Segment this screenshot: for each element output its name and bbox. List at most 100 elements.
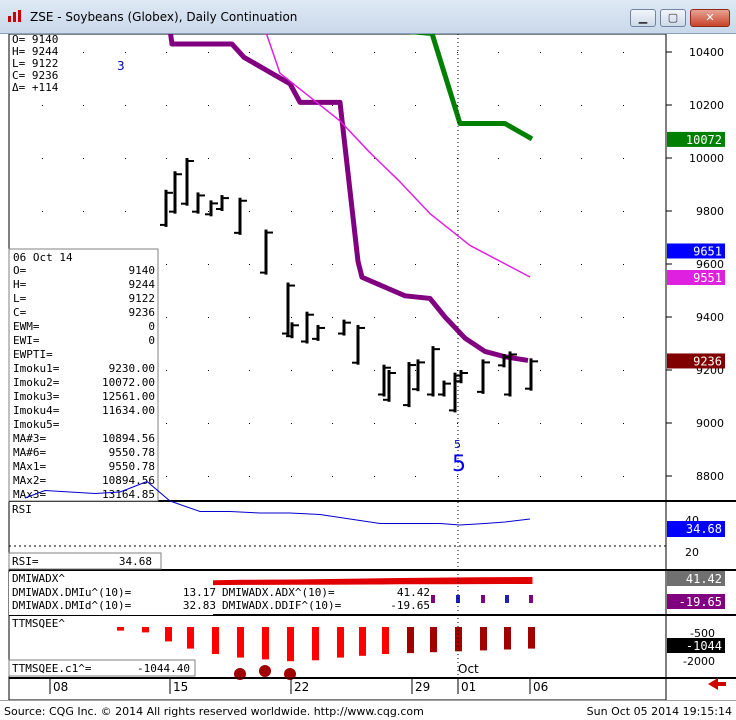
adx-dmiu-value: 13.17 bbox=[183, 586, 216, 599]
grid-dot bbox=[498, 423, 499, 424]
grid-dot bbox=[42, 158, 43, 159]
grid-dot bbox=[291, 423, 292, 424]
grid-dot bbox=[581, 370, 582, 371]
grid-dot bbox=[208, 476, 209, 477]
squeeze-bar bbox=[262, 627, 269, 660]
info-row-value: 9140 bbox=[129, 264, 156, 277]
squeeze-bar bbox=[407, 627, 414, 654]
rsi-readout-value: 34.68 bbox=[119, 555, 152, 568]
grid-dot bbox=[540, 423, 541, 424]
grid-dot bbox=[291, 370, 292, 371]
info-row-label: MA#6= bbox=[13, 446, 46, 459]
info-row-label: L= bbox=[13, 292, 27, 305]
info-row-value: 10894.56 bbox=[102, 432, 155, 445]
copyright-text: Source: CQG Inc. © 2014 All rights reser… bbox=[4, 705, 424, 718]
grid-dot bbox=[332, 105, 333, 106]
info-row-label: MAx2= bbox=[13, 474, 46, 487]
price-label-text: 9551 bbox=[693, 271, 722, 285]
squeeze-bar bbox=[142, 627, 149, 633]
title-bar[interactable]: ZSE - Soybeans (Globex), Daily Continuat… bbox=[0, 0, 736, 34]
grid-dot bbox=[332, 158, 333, 159]
grid-dot bbox=[540, 211, 541, 212]
grid-dot bbox=[166, 52, 167, 53]
grid-dot bbox=[125, 211, 126, 212]
grid-dot bbox=[457, 52, 458, 53]
grid-dot bbox=[332, 52, 333, 53]
grid-dot bbox=[540, 317, 541, 318]
grid-dot bbox=[166, 105, 167, 106]
grid-dot bbox=[374, 370, 375, 371]
ohlc-header: O= 9140H= 9244L= 9122C= 9236Δ= +114 bbox=[12, 34, 59, 94]
grid-dot bbox=[332, 370, 333, 371]
time-label: 29 bbox=[415, 680, 430, 694]
rsi-title: RSI bbox=[12, 503, 32, 516]
grid-dot bbox=[623, 264, 624, 265]
price-tick-label: 8800 bbox=[696, 470, 724, 483]
maximize-button[interactable]: ▢ bbox=[660, 9, 686, 27]
grid-dot bbox=[166, 317, 167, 318]
minimize-button[interactable]: ▁ bbox=[630, 9, 656, 27]
price-tick-label: 10400 bbox=[689, 46, 724, 59]
squeeze-bar bbox=[165, 627, 172, 642]
grid-dot bbox=[166, 476, 167, 477]
grid-dot bbox=[374, 476, 375, 477]
info-row-value: 9550.78 bbox=[109, 446, 155, 459]
chart-area[interactable]: O= 9140H= 9244L= 9122C= 9236Δ= +114 3 5 … bbox=[0, 34, 736, 700]
month-label: Oct bbox=[458, 662, 479, 676]
grid-dot bbox=[623, 317, 624, 318]
squeeze-bar bbox=[312, 627, 319, 661]
info-row-label: MAx1= bbox=[13, 460, 46, 473]
grid-dot bbox=[249, 211, 250, 212]
grid-dot bbox=[249, 158, 250, 159]
adx-value-label: 41.42 bbox=[686, 572, 722, 586]
squeeze-bar bbox=[212, 627, 219, 654]
info-row-value: 9236 bbox=[129, 306, 156, 319]
time-label: 15 bbox=[173, 680, 188, 694]
grid-dot bbox=[581, 317, 582, 318]
grid-dot bbox=[249, 317, 250, 318]
grid-dot bbox=[249, 105, 250, 106]
grid-dot bbox=[125, 52, 126, 53]
info-row-label: Imoku1= bbox=[13, 362, 60, 375]
info-box: 06 Oct 14 O= 9140 H= 9244 L= 9122 C= 9236 EWM= 0 E… bbox=[8, 248, 159, 502]
info-row-value: 0 bbox=[148, 334, 155, 347]
info-row-label: Imoku2= bbox=[13, 376, 60, 389]
grid-dot bbox=[540, 158, 541, 159]
adx-dmid-value: 32.83 bbox=[183, 599, 216, 612]
info-row-value: 11634.00 bbox=[102, 404, 155, 417]
grid-dot bbox=[623, 52, 624, 53]
squeeze-bar bbox=[237, 627, 244, 658]
grid-dot bbox=[332, 211, 333, 212]
squeeze-bar bbox=[337, 627, 344, 658]
grid-dot bbox=[623, 476, 624, 477]
squeeze-readout-label: TTMSQEE.c1^= bbox=[12, 662, 92, 675]
info-row-label: Imoku4= bbox=[13, 404, 60, 417]
grid-dot bbox=[291, 317, 292, 318]
grid-dot bbox=[540, 105, 541, 106]
grid-dot bbox=[166, 264, 167, 265]
grid-dot bbox=[498, 211, 499, 212]
squeeze-bar bbox=[504, 627, 511, 650]
grid-dot bbox=[374, 105, 375, 106]
dmi-bar bbox=[505, 595, 509, 603]
rsi-tick-20: 20 bbox=[685, 546, 699, 559]
price-tick-label: 10200 bbox=[689, 99, 724, 112]
grid-dot bbox=[457, 211, 458, 212]
dmi-bar bbox=[431, 595, 435, 603]
info-row-label: EWPTI= bbox=[13, 348, 53, 361]
time-label: 01 bbox=[461, 680, 476, 694]
grid-dot bbox=[457, 317, 458, 318]
adx-ddif-label: DMIWADX.DDIF^(10)= bbox=[222, 599, 342, 612]
close-button[interactable]: ✕ bbox=[690, 9, 730, 27]
grid-dot bbox=[332, 476, 333, 477]
grid-dot bbox=[208, 105, 209, 106]
grid-dot bbox=[623, 423, 624, 424]
info-row-value: 9230.00 bbox=[109, 362, 155, 375]
info-row-label: EWI= bbox=[13, 334, 40, 347]
grid-dot bbox=[581, 476, 582, 477]
grid-dot bbox=[623, 370, 624, 371]
squeeze-bar bbox=[359, 627, 366, 656]
squeeze-bar bbox=[187, 627, 194, 649]
grid-dot bbox=[415, 158, 416, 159]
grid-dot bbox=[374, 423, 375, 424]
